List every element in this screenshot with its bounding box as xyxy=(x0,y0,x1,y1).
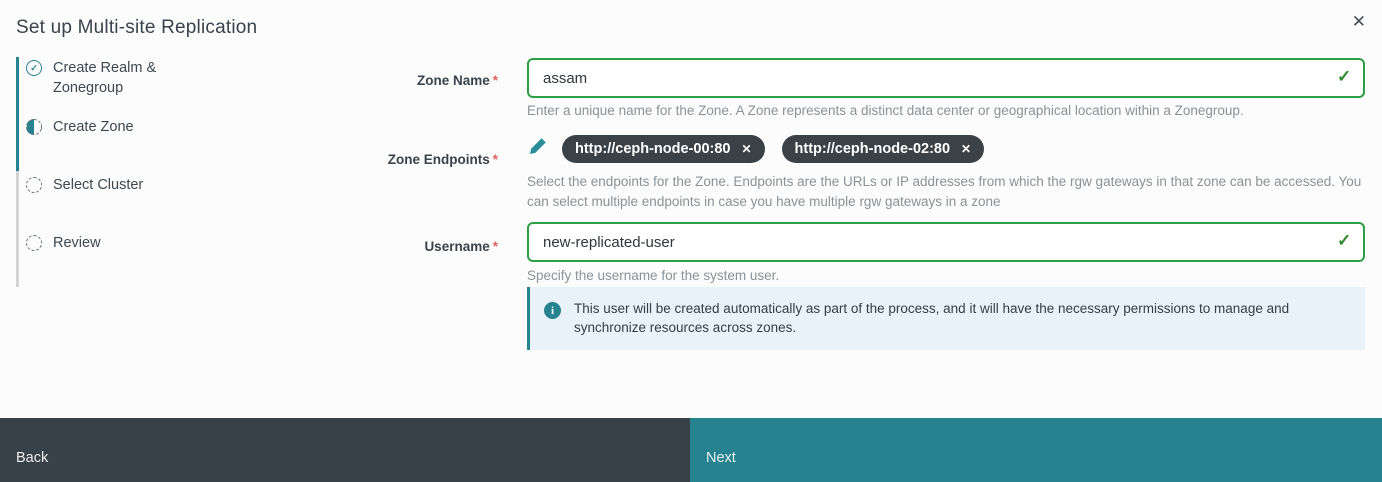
page-title: Set up Multi-site Replication xyxy=(16,17,258,38)
info-alert-text: This user will be created automatically … xyxy=(574,301,1290,335)
endpoint-chip[interactable]: http://ceph-node-00:80 ✕ xyxy=(562,135,765,163)
wizard-rail-active-segment xyxy=(16,57,19,171)
step-pending-icon xyxy=(26,235,42,251)
wizard-step-label: Create Zone xyxy=(53,119,134,135)
endpoint-chip-label: http://ceph-node-00:80 xyxy=(575,140,731,157)
username-input[interactable] xyxy=(527,222,1365,262)
wizard-step-label: Select Cluster xyxy=(53,177,144,193)
endpoint-chip-label: http://ceph-node-02:80 xyxy=(794,140,951,157)
username-helper-text: Specify the username for the system user… xyxy=(527,268,780,283)
wizard-step-label: Review xyxy=(53,235,101,251)
zone-endpoints-label: Zone Endpoints * xyxy=(387,152,498,167)
zone-endpoints-helper-text: Select the endpoints for the Zone. Endpo… xyxy=(527,174,1362,209)
required-asterisk: * xyxy=(492,239,498,254)
wizard-step-label: Create Realm & Zonegroup xyxy=(53,60,157,96)
zone-name-label: Zone Name * xyxy=(416,73,498,88)
next-button[interactable]: Next xyxy=(690,418,1382,482)
close-icon[interactable]: ✕ xyxy=(1352,12,1366,32)
zone-endpoints-chip-list: http://ceph-node-00:80 ✕ http://ceph-nod… xyxy=(562,135,985,163)
required-asterisk: * xyxy=(492,152,498,167)
wizard-step-create-realm-zonegroup[interactable]: ✓ Create Realm & Zonegroup xyxy=(26,58,183,98)
wizard-rail-pending-segment xyxy=(16,171,19,287)
chip-remove-icon[interactable]: ✕ xyxy=(741,140,751,159)
wizard-footer: Back Next xyxy=(0,418,1382,482)
wizard-step-select-cluster[interactable]: Select Cluster xyxy=(26,175,183,195)
wizard-step-review[interactable]: Review xyxy=(26,233,183,253)
zone-name-input[interactable] xyxy=(527,58,1365,98)
info-icon: i xyxy=(544,302,561,319)
valid-check-icon: ✓ xyxy=(1337,67,1352,86)
info-alert: i This user will be created automaticall… xyxy=(527,287,1365,350)
valid-check-icon: ✓ xyxy=(1337,231,1352,250)
endpoint-chip[interactable]: http://ceph-node-02:80 ✕ xyxy=(781,135,985,163)
multisite-replication-wizard: Set up Multi-site Replication ✕ ✓ Create… xyxy=(0,0,1382,482)
edit-pencil-icon[interactable] xyxy=(529,137,547,155)
back-button[interactable]: Back xyxy=(0,418,690,482)
username-label: Username * xyxy=(424,239,498,254)
zone-name-helper-text: Enter a unique name for the Zone. A Zone… xyxy=(527,103,1244,118)
wizard-step-create-zone[interactable]: Create Zone xyxy=(26,117,183,137)
wizard-progress-rail xyxy=(16,57,19,287)
step-complete-icon: ✓ xyxy=(26,60,42,76)
required-asterisk: * xyxy=(492,73,498,88)
chip-remove-icon[interactable]: ✕ xyxy=(961,140,971,159)
step-active-icon xyxy=(26,119,42,135)
step-pending-icon xyxy=(26,177,42,193)
